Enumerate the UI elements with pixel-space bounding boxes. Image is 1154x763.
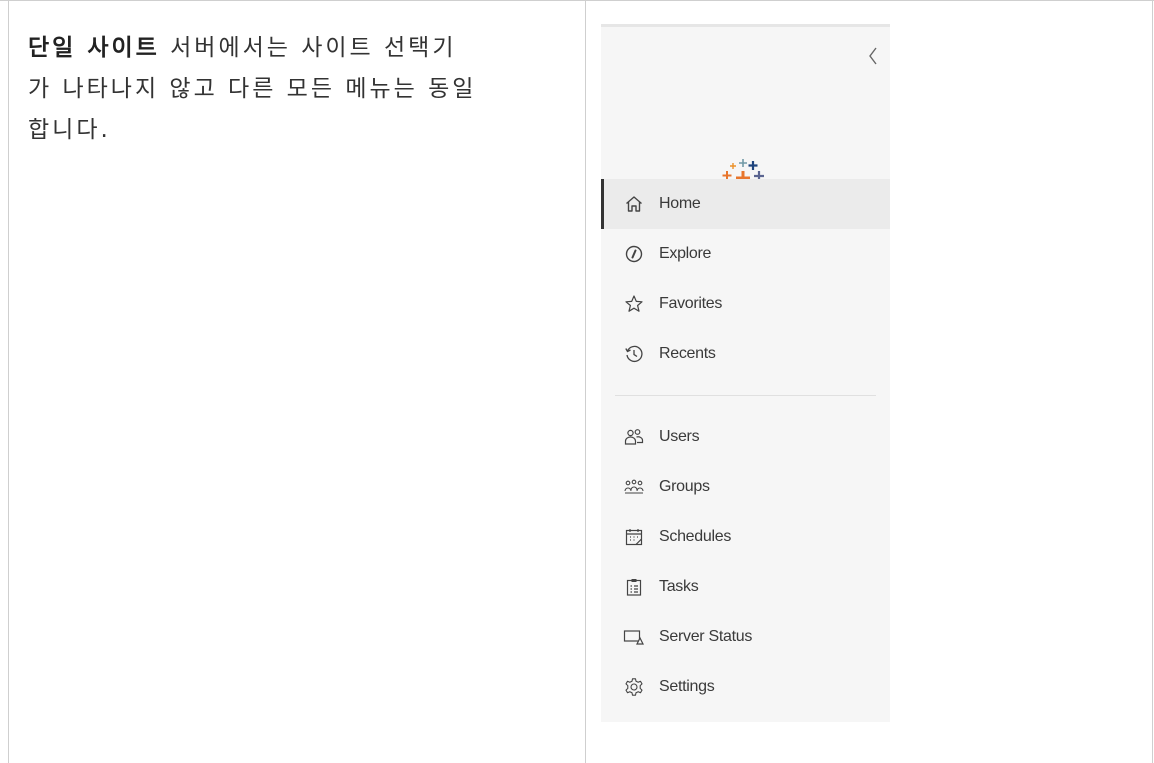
nav-item-explore-label: Explore	[659, 245, 712, 262]
nav-item-recents[interactable]: Recents	[601, 329, 890, 379]
side-navigation: Home Explore Favorites Recents Users Gro…	[601, 24, 890, 722]
collapse-nav-button[interactable]	[864, 45, 882, 67]
nav-item-users-label: Users	[659, 428, 700, 445]
nav-item-home-label: Home	[659, 195, 701, 212]
nav-item-favorites-label: Favorites	[659, 295, 723, 312]
nav-item-recents-label: Recents	[659, 345, 716, 362]
table-border-right	[1152, 0, 1153, 763]
nav-item-groups-label: Groups	[659, 478, 710, 495]
nav-items: Home Explore Favorites Recents Users Gro…	[601, 179, 890, 712]
nav-item-explore[interactable]: Explore	[601, 229, 890, 279]
groups-icon	[623, 476, 645, 498]
table-border-left	[8, 0, 9, 763]
home-icon	[623, 193, 645, 215]
calendar-icon	[623, 526, 645, 548]
nav-item-tasks-label: Tasks	[659, 578, 699, 595]
nav-item-tasks[interactable]: Tasks	[601, 562, 890, 612]
description-bold: 단일 사이트	[28, 35, 160, 61]
page: 단일 사이트 서버에서는 사이트 선택기 가 나타나지 않고 다른 모든 메뉴는…	[0, 0, 1154, 763]
nav-item-settings[interactable]: Settings	[601, 662, 890, 712]
nav-item-settings-label: Settings	[659, 678, 715, 695]
description-line2: 가 나타나지 않고 다른 모든 메뉴는 동일	[28, 76, 477, 102]
users-icon	[623, 426, 645, 448]
compass-icon	[623, 243, 645, 265]
table-border-top	[0, 0, 1154, 1]
description-line1: 서버에서는 사이트 선택기	[159, 35, 457, 61]
nav-item-schedules[interactable]: Schedules	[601, 512, 890, 562]
nav-item-server-status-label: Server Status	[659, 628, 753, 645]
nav-item-favorites[interactable]: Favorites	[601, 279, 890, 329]
history-icon	[623, 343, 645, 365]
server-status-icon	[623, 626, 645, 648]
table-column-divider	[585, 0, 586, 763]
description-line3: 합니다.	[28, 117, 111, 143]
clipboard-icon	[623, 576, 645, 598]
nav-item-home[interactable]: Home	[601, 179, 890, 229]
nav-item-groups[interactable]: Groups	[601, 462, 890, 512]
gear-icon	[623, 676, 645, 698]
chevron-left-icon	[869, 47, 877, 65]
nav-item-users[interactable]: Users	[601, 412, 890, 462]
star-icon	[623, 293, 645, 315]
nav-item-schedules-label: Schedules	[659, 528, 732, 545]
nav-divider	[615, 395, 876, 396]
description-text: 단일 사이트 서버에서는 사이트 선택기 가 나타나지 않고 다른 모든 메뉴는…	[28, 28, 568, 151]
nav-item-server-status[interactable]: Server Status	[601, 612, 890, 662]
